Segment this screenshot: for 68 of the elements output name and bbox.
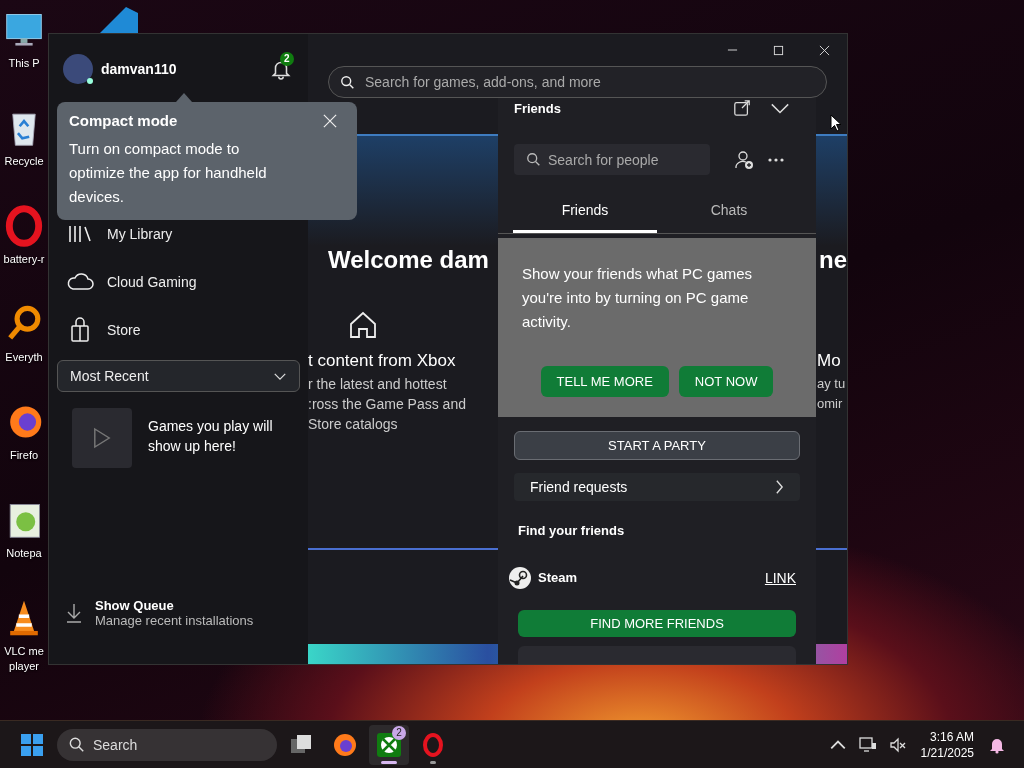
search-icon <box>340 74 356 90</box>
desktop-icon-label[interactable]: Everyth <box>5 350 43 365</box>
welcome-title: Welcome dam <box>328 246 489 274</box>
muted-speaker-icon[interactable] <box>888 735 907 754</box>
tab[interactable]: Friends <box>513 189 657 233</box>
play-icon <box>93 427 111 449</box>
minimize-icon[interactable] <box>726 49 738 51</box>
download-icon <box>65 602 83 624</box>
welcome-title: ne <box>819 246 847 274</box>
nav-item[interactable]: Store <box>49 306 308 354</box>
maximize-icon[interactable] <box>772 44 784 56</box>
desktop-icon-label[interactable]: Notepa <box>6 546 42 561</box>
username: damvan110 <box>101 61 177 77</box>
search-field[interactable]: Search for games, add-ons, and more <box>328 66 827 98</box>
nav-item[interactable]: My Library <box>49 210 308 258</box>
start-party-button[interactable]: START A PARTY <box>514 431 800 460</box>
people-search-field[interactable]: Search for people <box>514 144 710 175</box>
find-friends-button[interactable]: FIND MORE FRIENDS <box>518 609 796 638</box>
tooltip-text: Turn on compact mode to optimize the app for handheld devices. <box>69 139 268 207</box>
tooltip-title: Compact mode <box>69 112 178 129</box>
opera-icon[interactable] <box>421 732 445 757</box>
desktop-icon-label[interactable]: Firefo <box>9 448 39 463</box>
chevron-down-icon <box>273 371 287 381</box>
pop-out-icon[interactable] <box>732 99 752 117</box>
desktop-icon-label[interactable]: VLC me player <box>4 644 44 674</box>
desktop-icon-label[interactable]: Recycle <box>4 154 44 169</box>
feature-text: :ross the Game Pass and <box>308 395 467 414</box>
search-icon <box>69 736 85 753</box>
desktop-icon-label[interactable]: This P <box>8 56 40 71</box>
panel-title: Friends <box>514 100 561 116</box>
avatar[interactable] <box>63 54 93 84</box>
opera-icon[interactable] <box>5 204 43 248</box>
add-person-icon[interactable] <box>734 149 754 170</box>
sort-dropdown[interactable]: Most Recent <box>57 360 300 392</box>
promo-button[interactable]: TELL ME MORE <box>540 366 669 397</box>
windows-logo-icon[interactable] <box>20 732 44 757</box>
section-heading: Find your friends <box>517 522 626 538</box>
link-account-link[interactable]: LINK <box>764 569 796 586</box>
friend-requests-row[interactable]: Friend requests <box>514 472 800 501</box>
feature-text: r the latest and hottest <box>308 375 448 394</box>
nav-item[interactable]: Cloud Gaming <box>49 258 308 306</box>
close-icon[interactable] <box>818 44 830 56</box>
xbox-taskbar-button[interactable]: 2 <box>369 724 409 765</box>
promo-text: Show your friends what PC games you're into by turning on PC game activity. <box>522 264 754 332</box>
home-icon <box>348 310 378 340</box>
firefox-icon[interactable] <box>333 732 357 757</box>
empty-recent-text: Games you play will show up here! <box>148 417 274 456</box>
feature-text: omir <box>817 395 844 413</box>
library-icon <box>69 225 91 243</box>
notification-badge: 2 <box>280 52 294 66</box>
account-name: Steam <box>538 570 578 586</box>
search-icon <box>526 151 542 168</box>
network-icon[interactable] <box>858 735 877 754</box>
promo-button[interactable]: NOT NOW <box>678 366 774 397</box>
desktop-icon-label[interactable]: battery-r <box>3 252 45 267</box>
close-icon[interactable] <box>323 113 337 128</box>
taskbar-search-field[interactable]: Search <box>57 728 277 761</box>
chevron-right-icon <box>775 478 784 495</box>
feature-title: Mo <box>817 350 842 372</box>
mouse-cursor-icon <box>830 114 842 132</box>
feature-text: Store catalogs <box>308 415 399 434</box>
feature-text: ay tu <box>817 375 847 393</box>
clock[interactable]: 3:16 AM 1/21/2025 <box>920 728 974 761</box>
tab[interactable]: Chats <box>657 189 801 233</box>
notification-badge: 2 <box>392 725 406 740</box>
feature-title: t content from Xbox <box>308 350 457 372</box>
steam-icon <box>508 565 532 590</box>
show-queue-button[interactable]: Show Queue Manage recent installations <box>49 598 308 664</box>
